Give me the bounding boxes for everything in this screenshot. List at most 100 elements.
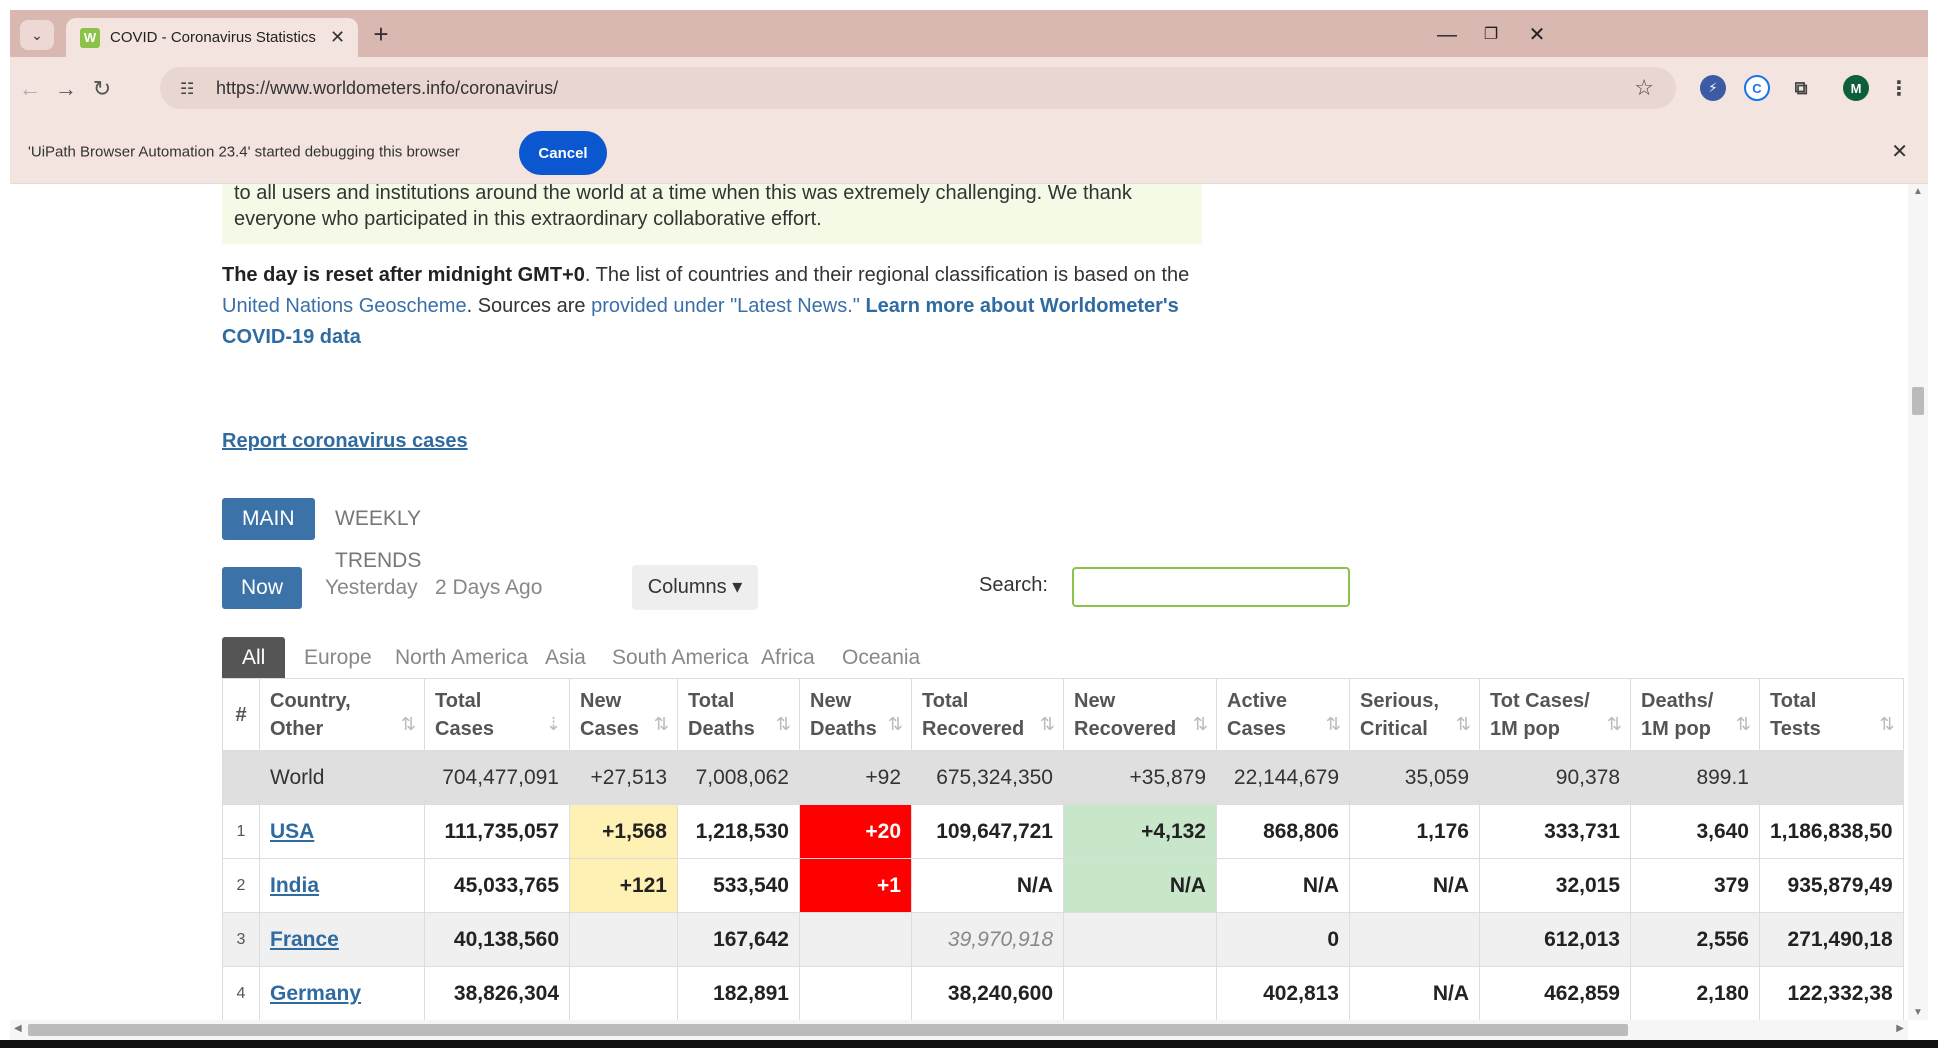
tab-oceania[interactable]: Oceania xyxy=(822,637,940,678)
restore-button[interactable]: ❐ xyxy=(1471,20,1511,50)
country-link[interactable]: Germany xyxy=(270,982,361,1005)
column-header-line2: Deaths xyxy=(810,717,877,740)
scroll-down-arrow-icon[interactable]: ▼ xyxy=(1913,1007,1923,1018)
table-cell: 40,138,560 xyxy=(424,912,570,967)
sort-arrows-icon[interactable]: ⇅ xyxy=(1326,710,1341,738)
minimize-button[interactable]: — xyxy=(1427,20,1467,50)
column-header-line1: Active xyxy=(1227,689,1288,712)
sort-arrows-icon[interactable]: ⇅ xyxy=(1607,710,1622,738)
column-header[interactable]: Total Tests ⇅ xyxy=(1759,678,1904,751)
extensions-puzzle-icon[interactable]: ⧉ xyxy=(1788,75,1814,101)
column-header[interactable]: Serious, Critical ⇅ xyxy=(1349,678,1480,751)
new-tab-button[interactable]: + xyxy=(366,20,396,50)
tab-search-button[interactable]: ⌄ xyxy=(20,20,54,50)
horizontal-scrollbar[interactable]: ◀ ▶ xyxy=(10,1020,1908,1040)
un-geoscheme-link[interactable]: United Nations Geoscheme xyxy=(222,295,467,317)
tab-main[interactable]: MAIN xyxy=(222,498,315,540)
country-name: World xyxy=(259,750,425,805)
table-cell: 333,731 xyxy=(1479,804,1631,859)
horizontal-scroll-thumb[interactable] xyxy=(28,1024,1628,1036)
scroll-left-arrow-icon[interactable]: ◀ xyxy=(14,1023,22,1034)
column-header[interactable]: New Recovered ⇅ xyxy=(1063,678,1217,751)
close-window-button[interactable]: ✕ xyxy=(1517,20,1557,50)
table-cell: 1,176 xyxy=(1349,804,1480,859)
extension-c-icon[interactable]: C xyxy=(1744,75,1770,101)
sort-arrows-icon[interactable]: ⇅ xyxy=(1880,710,1895,738)
chevron-down-icon: ⌄ xyxy=(31,26,43,43)
address-bar[interactable]: ☷ https://www.worldometers.info/coronavi… xyxy=(160,67,1676,109)
column-header[interactable]: New Deaths ⇅ xyxy=(799,678,912,751)
scroll-up-arrow-icon[interactable]: ▲ xyxy=(1913,186,1923,197)
sort-arrows-icon[interactable]: ⇅ xyxy=(1040,710,1055,738)
country-link[interactable]: India xyxy=(270,874,319,897)
table-cell: 111,735,057 xyxy=(424,804,570,859)
sort-arrows-icon[interactable]: ⇅ xyxy=(401,710,416,738)
profile-avatar[interactable]: M xyxy=(1843,75,1869,101)
table-cell: +121 xyxy=(569,858,678,913)
sort-arrows-icon[interactable]: ⇣ xyxy=(546,710,561,738)
forward-button[interactable]: → xyxy=(50,73,82,105)
column-header[interactable]: Tot Cases/1M pop ⇅ xyxy=(1479,678,1631,751)
row-index: 3 xyxy=(222,912,260,967)
table-cell: 3,640 xyxy=(1630,804,1760,859)
column-header-line1: Total xyxy=(1770,689,1817,712)
browser-tab[interactable]: W COVID - Coronavirus Statistics - ✕ xyxy=(66,18,358,57)
tab-north-america[interactable]: North America xyxy=(375,637,548,678)
column-header[interactable]: Deaths/1M pop ⇅ xyxy=(1630,678,1760,751)
table-cell: 271,490,18 xyxy=(1759,912,1904,967)
vertical-scroll-thumb[interactable] xyxy=(1912,387,1924,415)
reload-button[interactable]: ↻ xyxy=(86,73,118,105)
vertical-scrollbar[interactable]: ▲ ▼ xyxy=(1908,184,1928,1020)
table-cell: +27,513 xyxy=(569,750,678,805)
sort-arrows-icon[interactable]: ⇅ xyxy=(776,710,791,738)
sort-arrows-icon[interactable]: ⇅ xyxy=(888,710,903,738)
columns-dropdown-button[interactable]: Columns ▾ xyxy=(632,565,758,610)
column-header[interactable]: Total Deaths ⇅ xyxy=(677,678,800,751)
table-cell: 935,879,49 xyxy=(1759,858,1904,913)
column-header[interactable]: New Cases ⇅ xyxy=(569,678,678,751)
back-button[interactable]: ← xyxy=(14,73,46,105)
menu-kebab-icon[interactable]: ⋮ xyxy=(1886,75,1912,101)
tab-all[interactable]: All xyxy=(222,637,286,678)
table-cell: 899.1 xyxy=(1630,750,1760,805)
column-header[interactable]: Total Cases ⇣ xyxy=(424,678,570,751)
report-cases-link[interactable]: Report coronavirus cases xyxy=(222,430,468,453)
table-cell: 90,378 xyxy=(1479,750,1631,805)
latest-news-link[interactable]: provided under "Latest News." xyxy=(591,295,860,317)
extension-uipath-icon[interactable]: ⚡ xyxy=(1700,75,1726,101)
column-header-line2: Recovered xyxy=(1074,717,1177,740)
country-link[interactable]: France xyxy=(270,928,339,951)
column-header-line2: 1M pop xyxy=(1490,717,1560,740)
infobar-close-icon[interactable]: ✕ xyxy=(1891,139,1908,164)
sort-arrows-icon[interactable]: ⇅ xyxy=(1193,710,1208,738)
tab-africa[interactable]: Africa xyxy=(741,637,835,678)
country-link[interactable]: USA xyxy=(270,820,314,843)
column-header-line1: # xyxy=(235,703,247,726)
column-header[interactable]: Country, Other ⇅ xyxy=(259,678,425,751)
infobar-cancel-button[interactable]: Cancel xyxy=(519,131,607,175)
sort-arrows-icon[interactable]: ⇅ xyxy=(654,710,669,738)
tab-now[interactable]: Now xyxy=(222,567,303,609)
browser-toolbar: ← → ↻ ☷ https://www.worldometers.info/co… xyxy=(10,57,1928,119)
table-cell: 22,144,679 xyxy=(1216,750,1350,805)
table-cell: 167,642 xyxy=(677,912,800,967)
reset-note: The day is reset after midnight GMT+0 xyxy=(222,264,585,286)
url-text[interactable]: https://www.worldometers.info/coronaviru… xyxy=(216,78,558,99)
table-cell: +1,568 xyxy=(569,804,678,859)
column-header[interactable]: # xyxy=(222,678,260,751)
tab-weekly-trends[interactable]: WEEKLY TRENDS xyxy=(315,498,441,572)
table-cell xyxy=(1759,750,1904,805)
column-header[interactable]: Active Cases ⇅ xyxy=(1216,678,1350,751)
scroll-right-arrow-icon[interactable]: ▶ xyxy=(1896,1023,1904,1034)
bookmark-star-icon[interactable]: ☆ xyxy=(1634,75,1654,101)
site-info-icon[interactable]: ☷ xyxy=(180,79,194,99)
close-tab-icon[interactable]: ✕ xyxy=(330,27,345,48)
column-header-line1: Deaths/ xyxy=(1641,689,1714,712)
sort-arrows-icon[interactable]: ⇅ xyxy=(1736,710,1751,738)
search-input[interactable] xyxy=(1072,567,1350,607)
sort-arrows-icon[interactable]: ⇅ xyxy=(1456,710,1471,738)
table-cell: 35,059 xyxy=(1349,750,1480,805)
column-header-line2: Other xyxy=(270,717,324,740)
column-header[interactable]: Total Recovered ⇅ xyxy=(911,678,1064,751)
tab-2-days-ago[interactable]: 2 Days Ago xyxy=(416,567,561,609)
